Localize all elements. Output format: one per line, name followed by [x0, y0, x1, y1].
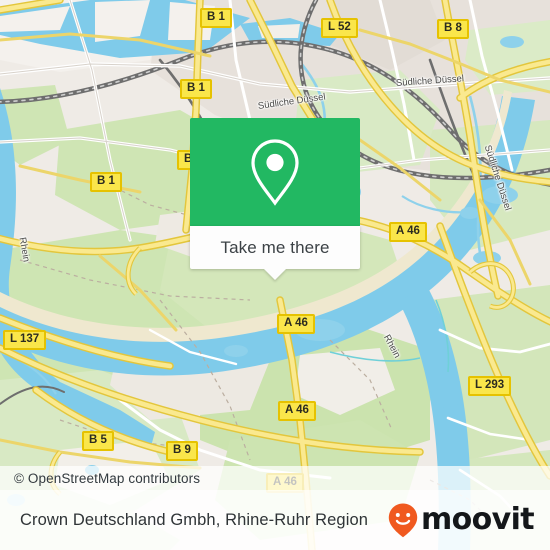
take-me-there-label: Take me there — [220, 237, 330, 257]
road-shield: B 1 — [180, 79, 212, 99]
location-callout-card[interactable]: Take me there — [190, 118, 360, 280]
callout-header — [190, 118, 360, 226]
road-shield: B 9 — [166, 441, 198, 461]
moovit-pin-icon — [388, 503, 418, 538]
moovit-map-screenshot: B 1L 52B 8B 1B 1B 1A 46A 46L 137L 293A 4… — [0, 0, 550, 550]
osm-attribution-bar: © OpenStreetMap contributors — [0, 466, 550, 490]
footer-bar: Crown Deutschland Gmbh, Rhine-Ruhr Regio… — [0, 490, 550, 550]
callout-pointer — [264, 269, 286, 280]
place-title: Crown Deutschland Gmbh, Rhine-Ruhr Regio… — [20, 510, 369, 529]
take-me-there-button[interactable]: Take me there — [190, 226, 360, 280]
road-shield: L 137 — [3, 330, 47, 350]
road-shield: A 46 — [278, 401, 316, 421]
map-pin-icon — [251, 139, 299, 206]
road-shield: L 293 — [468, 376, 512, 396]
road-shield: B 8 — [437, 19, 469, 39]
road-shield: A 46 — [277, 314, 315, 334]
road-shield: B 1 — [200, 8, 232, 28]
road-shield: A 46 — [389, 222, 427, 242]
moovit-logo[interactable]: moovit — [387, 502, 535, 538]
road-shield: L 52 — [321, 18, 358, 38]
osm-attribution-text: © OpenStreetMap contributors — [14, 470, 201, 486]
moovit-wordmark: moovit — [420, 502, 535, 537]
road-shield: B 1 — [90, 172, 122, 192]
road-shield: B 5 — [82, 431, 114, 451]
